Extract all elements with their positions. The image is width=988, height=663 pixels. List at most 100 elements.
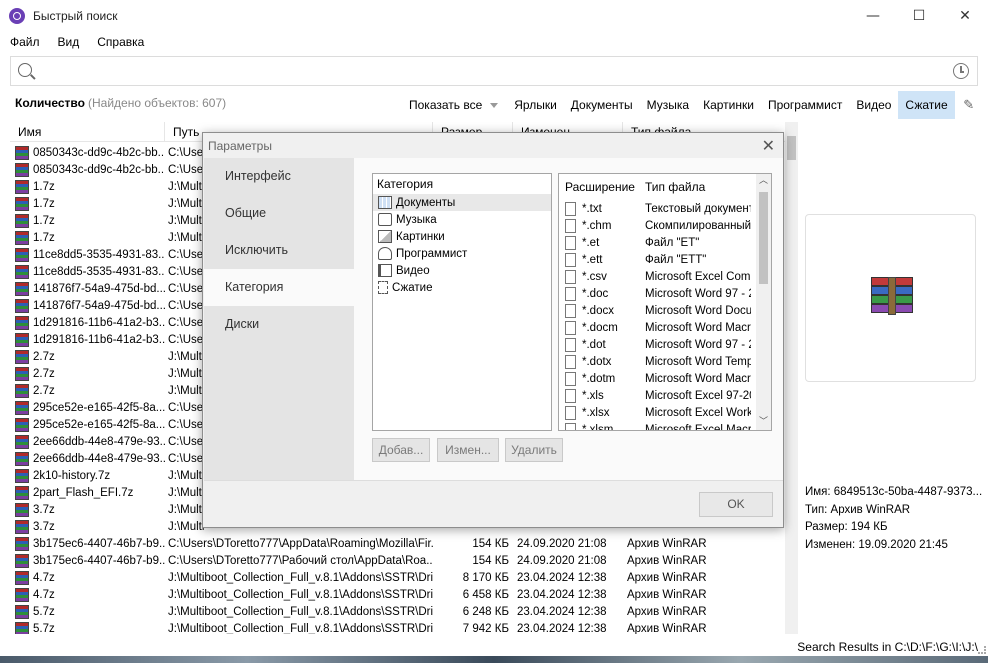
extension-row[interactable]: *.ett Файл "ETT": [559, 251, 771, 268]
extension-row[interactable]: *.docxMicrosoft Word Docume: [559, 302, 771, 319]
minimize-button[interactable]: —: [850, 0, 896, 32]
cell-name: 295ce52e-e165-42f5-8a...: [10, 400, 165, 415]
column-name[interactable]: Имя: [10, 122, 165, 142]
table-scrollbar-thumb[interactable]: [787, 136, 796, 160]
category-documents[interactable]: Документы: [373, 194, 551, 211]
delete-button[interactable]: Удалить: [505, 438, 563, 462]
close-button[interactable]: ✕: [942, 0, 988, 32]
filter-video[interactable]: Видео: [849, 91, 898, 119]
menu-file[interactable]: Файл: [0, 35, 48, 49]
cell-path: J:\Multiboot_Collection_Full_v.8.1\Addon…: [168, 605, 433, 618]
cell-modified: 23.04.2024 12:38: [517, 622, 607, 635]
edit-filters-icon[interactable]: ✎: [955, 91, 983, 119]
extension-row[interactable]: *.csvMicrosoft Excel Comma: [559, 268, 771, 285]
table-row[interactable]: 3b175ec6-4407-46b7-b9... C:\Users\DTorett…: [10, 552, 786, 569]
extension-row[interactable]: *.dot Microsoft Word 97 - 20: [559, 336, 771, 353]
category-video[interactable]: Видео: [373, 262, 551, 279]
nav-general[interactable]: Общие: [204, 195, 354, 232]
filter-shortcuts[interactable]: Ярлыки: [507, 91, 564, 119]
cell-name: 2ee66ddb-44e8-479e-93...: [10, 434, 165, 449]
window-title: Быстрый поиск: [33, 9, 118, 23]
extension-row[interactable]: *.txt Текстовый документ: [559, 200, 771, 217]
table-row[interactable]: 3b175ec6-4407-46b7-b9... C:\Users\DTorett…: [10, 535, 786, 552]
results-found-text: (Найдено объектов: 607): [88, 96, 227, 110]
title-bar: Быстрый поиск — ☐ ✕: [0, 0, 988, 32]
filter-programmer[interactable]: Программист: [761, 91, 849, 119]
menu-help[interactable]: Справка: [87, 35, 152, 49]
winrar-archive-icon: [15, 536, 29, 551]
grid-icon: [378, 196, 392, 209]
edit-button[interactable]: Измен...: [437, 438, 499, 462]
filter-pictures[interactable]: Картинки: [696, 91, 761, 119]
cell-name: 3b175ec6-4407-46b7-b9...: [10, 553, 165, 568]
nav-interface[interactable]: Интерфейс: [204, 158, 354, 195]
search-input[interactable]: [43, 61, 943, 81]
ok-button[interactable]: OK: [699, 492, 773, 517]
extension-row[interactable]: *.dotm Microsoft Word Macro-: [559, 370, 771, 387]
table-scrollbar[interactable]: [785, 122, 798, 634]
scroll-up-icon[interactable]: ︿: [756, 174, 771, 189]
cell-name: 2.7z: [10, 383, 165, 398]
file-icon: [565, 354, 576, 369]
cell-path: J:\Multiboot_Collection_Full_v.8.1\Addon…: [168, 571, 433, 584]
extension-row[interactable]: *.dotx Microsoft Word Templa: [559, 353, 771, 370]
table-row[interactable]: 5.7z J:\Multiboot_Collection_Full_v.8.1\A…: [10, 620, 786, 634]
table-row[interactable]: 4.7z J:\Multiboot_Collection_Full_v.8.1\A…: [10, 586, 786, 603]
cell-name: 3b175ec6-4407-46b7-b9...: [10, 536, 165, 551]
resize-grip[interactable]: [978, 646, 986, 654]
dialog-close-icon[interactable]: ✕: [762, 136, 775, 155]
extension-row[interactable]: *.chmСкомпилированный ф: [559, 217, 771, 234]
cell-name: 11ce8dd5-3535-4931-83...: [10, 247, 165, 262]
extension-row[interactable]: *.et Файл "ET": [559, 234, 771, 251]
winrar-archive-icon: [15, 247, 29, 262]
cell-name: 141876f7-54a9-475d-bd...: [10, 298, 165, 313]
cell-name: 5.7z: [10, 604, 165, 619]
extension-row[interactable]: *.xlsmMicrosoft Excel Macro-I: [559, 421, 771, 430]
cell-modified: 24.09.2020 21:08: [517, 537, 607, 550]
winrar-archive-icon: [15, 349, 29, 364]
nav-exclude[interactable]: Исключить: [204, 232, 354, 269]
cell-name: 2k10-history.7z: [10, 468, 165, 483]
cell-name: 1d291816-11b6-41a2-b3...: [10, 332, 165, 347]
scroll-down-icon[interactable]: ﹀: [756, 415, 771, 430]
maximize-button[interactable]: ☐: [896, 0, 942, 32]
extension-row[interactable]: *.doc Microsoft Word 97 - 20: [559, 285, 771, 302]
show-all-dropdown[interactable]: Показать все: [402, 91, 507, 119]
extension-row[interactable]: *.xls Microsoft Excel 97-200: [559, 387, 771, 404]
app-search-icon: [9, 8, 25, 24]
extension-row[interactable]: *.docm Microsoft Word Macro-: [559, 319, 771, 336]
table-row[interactable]: 4.7z J:\Multiboot_Collection_Full_v.8.1\A…: [10, 569, 786, 586]
category-archives[interactable]: Сжатие: [373, 279, 551, 296]
column-extension[interactable]: Расширение: [559, 180, 639, 194]
column-file-type[interactable]: Тип файла: [639, 180, 751, 194]
file-icon: [565, 405, 576, 420]
nav-category[interactable]: Категория: [204, 269, 354, 306]
cell-name: 4.7z: [10, 570, 165, 585]
cell-size: 6 248 КБ: [462, 605, 509, 618]
filter-archives[interactable]: Сжатие: [898, 91, 955, 119]
cell-name: 3.7z: [10, 519, 165, 534]
history-icon[interactable]: [953, 63, 969, 79]
category-pictures[interactable]: Картинки: [373, 228, 551, 245]
add-button[interactable]: Добав...: [372, 438, 430, 462]
cell-name: 2part_Flash_EFI.7z: [10, 485, 165, 500]
filter-music[interactable]: Музыка: [640, 91, 696, 119]
filter-bar: Показать все Ярлыки Документы Музыка Кар…: [402, 91, 983, 119]
menu-view[interactable]: Вид: [48, 35, 88, 49]
extension-rows: *.txt Текстовый документ *.chm Скомпилирова…: [559, 200, 771, 430]
extension-row[interactable]: *.xlsxMicrosoft Excel Worksh: [559, 404, 771, 421]
winrar-archive-icon: [15, 383, 29, 398]
dialog-title: Параметры: [208, 139, 272, 153]
file-icon: [565, 235, 576, 250]
cell-name: 4.7z: [10, 587, 165, 602]
file-icon: [565, 422, 576, 430]
extension-scrollbar-thumb[interactable]: [759, 192, 768, 284]
category-music[interactable]: Музыка: [373, 211, 551, 228]
nav-disks[interactable]: Диски: [204, 306, 354, 343]
table-row[interactable]: 5.7z J:\Multiboot_Collection_Full_v.8.1\A…: [10, 603, 786, 620]
extension-scrollbar[interactable]: ︿ ﹀: [756, 174, 771, 430]
winrar-archive-icon: [15, 315, 29, 330]
category-programmer[interactable]: Программист: [373, 245, 551, 262]
file-icon: [565, 252, 576, 267]
filter-documents[interactable]: Документы: [564, 91, 640, 119]
